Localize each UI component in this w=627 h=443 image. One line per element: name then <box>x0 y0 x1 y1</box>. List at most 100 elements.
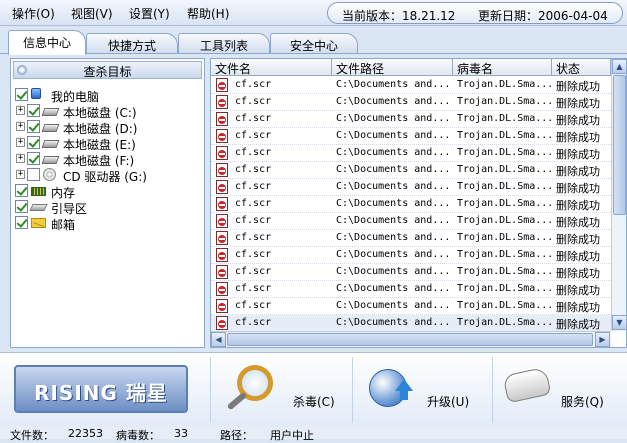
menu-operate[interactable]: 操作(O) <box>12 5 55 22</box>
cell-virusname: Trojan.DL.Sma... <box>457 96 554 107</box>
expand-icon[interactable]: + <box>16 106 25 115</box>
cell-filepath: C:\Documents and... <box>336 79 451 90</box>
cell-virusname: Trojan.DL.Sma... <box>457 113 554 124</box>
table-row[interactable]: cf.scr C:\Documents and... Trojan.DL.Sma..… <box>211 196 611 213</box>
table-row[interactable]: cf.scr C:\Documents and... Trojan.DL.Sma..… <box>211 162 611 179</box>
expand-icon[interactable]: + <box>16 122 25 131</box>
cell-filename: cf.scr <box>235 249 272 260</box>
update-date: 更新日期：2006-04-04 <box>478 9 608 23</box>
table-row[interactable]: cf.scr C:\Documents and... Trojan.DL.Sma..… <box>211 111 611 128</box>
cell-virusname: Trojan.DL.Sma... <box>457 249 554 260</box>
computer-icon <box>31 88 41 99</box>
expand-icon[interactable]: + <box>16 154 25 163</box>
tree-item-checkbox[interactable] <box>27 104 40 117</box>
tab-tool-list[interactable]: 工具列表 <box>178 33 270 54</box>
tree-item-checkbox[interactable] <box>27 168 40 181</box>
expand-icon[interactable]: + <box>16 138 25 147</box>
cell-status: 删除成功 <box>556 114 600 127</box>
service-button-label: 服务(Q) <box>561 395 604 409</box>
table-row[interactable]: cf.scr C:\Documents and... Trojan.DL.Sma..… <box>211 281 611 298</box>
tree-item-checkbox[interactable] <box>15 88 28 101</box>
cell-filename: cf.scr <box>235 113 272 124</box>
tree-item[interactable]: 邮箱 <box>15 215 201 232</box>
scroll-right-arrow-icon[interactable]: ▶ <box>595 332 610 347</box>
column-header-filename[interactable]: 文件名 <box>211 59 332 76</box>
cell-virusname: Trojan.DL.Sma... <box>457 147 554 158</box>
cell-filepath: C:\Documents and... <box>336 300 451 311</box>
cell-virusname: Trojan.DL.Sma... <box>457 317 554 328</box>
table-row[interactable]: cf.scr C:\Documents and... Trojan.DL.Sma..… <box>211 230 611 247</box>
handshake-icon <box>502 366 552 404</box>
cell-filename: cf.scr <box>235 79 272 90</box>
cell-filepath: C:\Documents and... <box>336 181 451 192</box>
cell-virusname: Trojan.DL.Sma... <box>457 198 554 209</box>
vertical-scroll-thumb[interactable] <box>613 75 626 215</box>
tree-item-checkbox[interactable] <box>15 216 28 229</box>
infected-file-icon <box>216 95 228 109</box>
tree-item[interactable]: + 本地磁盘 (E:) <box>15 135 201 152</box>
table-row[interactable]: cf.scr C:\Documents and... Trojan.DL.Sma..… <box>211 315 611 332</box>
tab-security-center[interactable]: 安全中心 <box>270 33 358 54</box>
scan-button[interactable]: 杀毒(C) <box>210 357 352 423</box>
tree-item-checkbox[interactable] <box>15 200 28 213</box>
scan-target-header[interactable]: 查杀目标 <box>13 61 202 79</box>
cell-status: 删除成功 <box>556 148 600 161</box>
scroll-left-arrow-icon[interactable]: ◀ <box>211 332 226 347</box>
table-row[interactable]: cf.scr C:\Documents and... Trojan.DL.Sma..… <box>211 298 611 315</box>
table-row[interactable]: cf.scr C:\Documents and... Trojan.DL.Sma..… <box>211 179 611 196</box>
table-row[interactable]: cf.scr C:\Documents and... Trojan.DL.Sma..… <box>211 213 611 230</box>
table-row[interactable]: cf.scr C:\Documents and... Trojan.DL.Sma..… <box>211 77 611 94</box>
cell-filepath: C:\Documents and... <box>336 96 451 107</box>
cell-status: 删除成功 <box>556 250 600 263</box>
tab-info-center[interactable]: 信息中心 <box>8 30 86 55</box>
menu-help[interactable]: 帮助(H) <box>187 5 229 22</box>
tree-item-checkbox[interactable] <box>27 136 40 149</box>
service-button[interactable]: 服务(Q) <box>492 357 626 423</box>
horizontal-scroll-thumb[interactable] <box>227 333 593 346</box>
table-row[interactable]: cf.scr C:\Documents and... Trojan.DL.Sma..… <box>211 145 611 162</box>
scroll-up-arrow-icon[interactable]: ▲ <box>612 59 626 74</box>
cell-filepath: C:\Documents and... <box>336 130 451 141</box>
cell-status: 删除成功 <box>556 233 600 246</box>
scan-target-title: 查杀目标 <box>83 65 132 79</box>
tree-item[interactable]: + 本地磁盘 (D:) <box>15 119 201 136</box>
cell-status: 删除成功 <box>556 318 600 331</box>
tab-label: 快捷方式 <box>107 39 156 53</box>
infected-file-icon <box>216 163 228 177</box>
tree-item-checkbox[interactable] <box>27 120 40 133</box>
logo-text: RISING 瑞星 <box>34 381 168 405</box>
scroll-down-arrow-icon[interactable]: ▼ <box>612 315 626 330</box>
tree-item[interactable]: + 本地磁盘 (C:) <box>15 103 201 120</box>
drive-icon <box>41 140 60 148</box>
tree-item[interactable]: + 本地磁盘 (F:) <box>15 151 201 168</box>
results-vertical-scrollbar[interactable]: ▲ ▼ <box>611 59 626 331</box>
table-row[interactable]: cf.scr C:\Documents and... Trojan.DL.Sma..… <box>211 264 611 281</box>
table-row[interactable]: cf.scr C:\Documents and... Trojan.DL.Sma..… <box>211 94 611 111</box>
scan-button-label: 杀毒(C) <box>293 395 335 409</box>
results-horizontal-scrollbar[interactable]: ◀ ▶ <box>211 331 611 347</box>
rising-logo: RISING 瑞星 <box>14 365 188 413</box>
infected-file-icon <box>216 180 228 194</box>
column-header-filepath[interactable]: 文件路径 <box>332 59 453 76</box>
column-header-virusname[interactable]: 病毒名 <box>453 59 552 76</box>
cell-status: 删除成功 <box>556 182 600 195</box>
menu-view[interactable]: 视图(V) <box>71 5 113 22</box>
table-row[interactable]: cf.scr C:\Documents and... Trojan.DL.Sma..… <box>211 247 611 264</box>
tree-item[interactable]: 内存 <box>15 183 201 200</box>
table-row[interactable]: cf.scr C:\Documents and... Trojan.DL.Sma..… <box>211 128 611 145</box>
upgrade-button-label: 升级(U) <box>427 395 470 409</box>
header-dot-icon <box>17 65 27 75</box>
expand-icon[interactable]: + <box>16 170 25 179</box>
column-header-status[interactable]: 状态 <box>552 59 611 76</box>
cell-filename: cf.scr <box>235 181 272 192</box>
menu-settings[interactable]: 设置(Y) <box>129 5 170 22</box>
tree-item-checkbox[interactable] <box>15 184 28 197</box>
cell-virusname: Trojan.DL.Sma... <box>457 164 554 175</box>
tab-shortcuts[interactable]: 快捷方式 <box>86 33 178 54</box>
tree-item[interactable]: 引导区 <box>15 199 201 216</box>
upgrade-button[interactable]: 升级(U) <box>352 357 492 423</box>
tree-item[interactable]: 我的电脑 <box>15 87 201 104</box>
cell-filename: cf.scr <box>235 283 272 294</box>
tree-item-checkbox[interactable] <box>27 152 40 165</box>
tree-item[interactable]: + CD 驱动器 (G:) <box>15 167 201 184</box>
